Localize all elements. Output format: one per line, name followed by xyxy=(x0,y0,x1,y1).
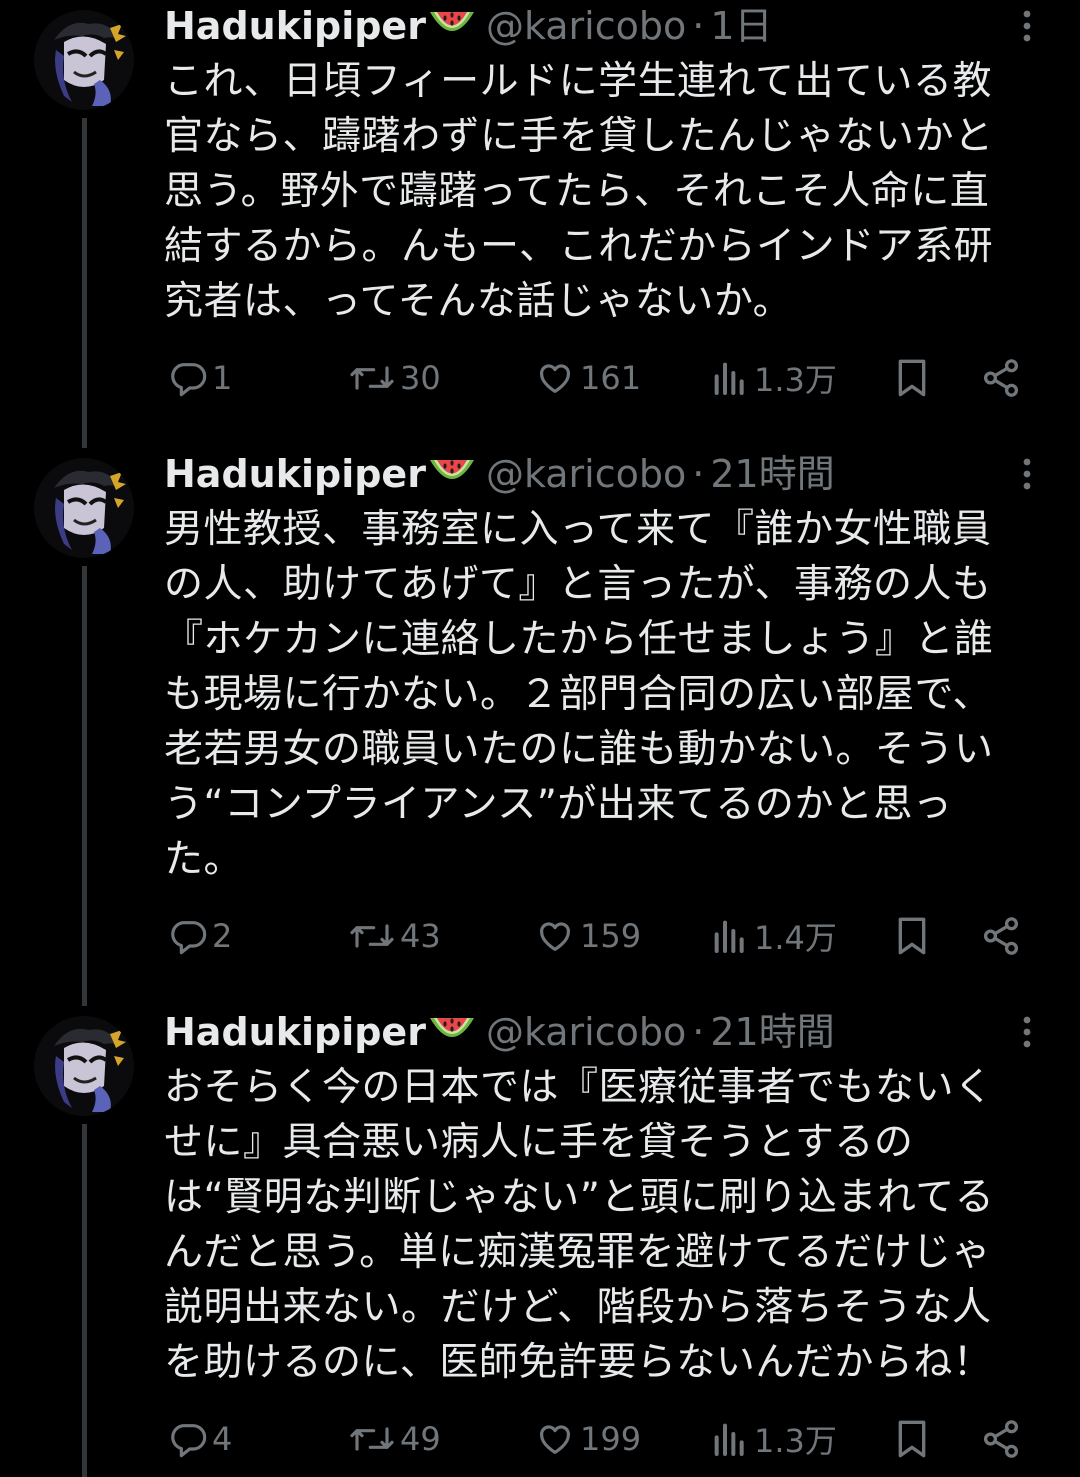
like-count: 199 xyxy=(580,1420,642,1458)
reply-count: 4 xyxy=(212,1420,233,1458)
like-icon xyxy=(540,1425,570,1454)
view-count: 1.3万 xyxy=(754,1422,837,1460)
watermelon-emoji-icon xyxy=(428,6,476,46)
avatar[interactable] xyxy=(34,458,134,558)
views-button[interactable]: 1.4万 xyxy=(710,906,837,966)
timestamp[interactable]: 21時間 xyxy=(710,448,834,500)
bookmark-button[interactable] xyxy=(892,1409,936,1469)
user-handle[interactable]: @karicobo xyxy=(486,448,686,500)
timestamp[interactable]: 1日 xyxy=(710,0,772,52)
views-icon xyxy=(714,920,744,953)
share-icon xyxy=(983,1420,1019,1458)
repost-icon xyxy=(350,1427,394,1451)
like-count: 161 xyxy=(580,359,642,397)
action-bar: 1 30 161 1.3万 xyxy=(164,348,1044,408)
bookmark-icon xyxy=(898,917,926,955)
share-button[interactable] xyxy=(980,1409,1026,1469)
reply-button[interactable]: 1 xyxy=(168,348,232,408)
repost-button[interactable]: 43 xyxy=(348,906,441,966)
reply-count: 2 xyxy=(212,917,233,955)
like-button[interactable]: 159 xyxy=(534,906,641,966)
share-icon xyxy=(983,917,1019,955)
like-icon xyxy=(540,922,570,951)
tweet-header: Hadukipiper @karicobo · 21時間 xyxy=(164,448,835,500)
like-count: 159 xyxy=(580,917,642,955)
user-handle[interactable]: @karicobo xyxy=(486,1006,686,1058)
reply-icon xyxy=(171,1424,207,1458)
more-icon[interactable] xyxy=(1010,8,1044,44)
tweet-text: 男性教授、事務室に入って来て『誰か女性職員 の人、助けてあげて』と言ったが、事務… xyxy=(164,507,994,882)
separator-dot: · xyxy=(692,1010,705,1054)
repost-count: 43 xyxy=(400,917,441,955)
separator-dot: · xyxy=(692,4,705,48)
tweet[interactable]: Hadukipiper @karicobo · 1日 これ、日頃フィールドに学生… xyxy=(0,0,1080,440)
share-button[interactable] xyxy=(980,348,1026,408)
views-button[interactable]: 1.3万 xyxy=(710,348,837,408)
user-handle[interactable]: @karicobo xyxy=(486,0,686,52)
display-name[interactable]: Hadukipiper xyxy=(164,0,426,52)
repost-count: 49 xyxy=(400,1420,441,1458)
share-button[interactable] xyxy=(980,906,1026,966)
repost-button[interactable]: 49 xyxy=(348,1409,441,1469)
bookmark-button[interactable] xyxy=(892,348,936,408)
views-icon xyxy=(714,1423,744,1456)
watermelon-emoji-icon xyxy=(428,454,476,494)
views-button[interactable]: 1.3万 xyxy=(710,1409,837,1469)
timestamp[interactable]: 21時間 xyxy=(710,1006,834,1058)
view-count: 1.4万 xyxy=(754,919,837,957)
tweet[interactable]: Hadukipiper @karicobo · 21時間 おそらく今の日本では『… xyxy=(0,1006,1080,1477)
action-bar: 4 49 199 1.3万 xyxy=(164,1409,1044,1469)
view-count: 1.3万 xyxy=(754,361,837,399)
like-button[interactable]: 199 xyxy=(534,1409,641,1469)
tweet-header: Hadukipiper @karicobo · 21時間 xyxy=(164,1006,835,1058)
repost-icon xyxy=(350,366,394,390)
reply-icon xyxy=(171,363,207,397)
repost-button[interactable]: 30 xyxy=(348,348,441,408)
share-icon xyxy=(983,359,1019,397)
display-name[interactable]: Hadukipiper xyxy=(164,1006,426,1058)
display-name[interactable]: Hadukipiper xyxy=(164,448,426,500)
tweet-header: Hadukipiper @karicobo · 1日 xyxy=(164,0,773,52)
reply-button[interactable]: 2 xyxy=(168,906,232,966)
action-bar: 2 43 159 1.4万 xyxy=(164,906,1044,966)
bookmark-button[interactable] xyxy=(892,906,936,966)
bookmark-icon xyxy=(898,359,926,397)
reply-button[interactable]: 4 xyxy=(168,1409,232,1469)
more-icon[interactable] xyxy=(1010,456,1044,492)
views-icon xyxy=(714,362,744,395)
like-button[interactable]: 161 xyxy=(534,348,641,408)
avatar[interactable] xyxy=(34,10,134,110)
bookmark-icon xyxy=(898,1420,926,1458)
tweet[interactable]: Hadukipiper @karicobo · 21時間 男性教授、事務室に入っ… xyxy=(0,448,1080,998)
reply-icon xyxy=(171,921,207,955)
reply-count: 1 xyxy=(212,359,233,397)
tweet-text: おそらく今の日本では『医療従事者でもないく せに』具合悪い病人に手を貸そうとする… xyxy=(164,1065,995,1385)
like-icon xyxy=(540,364,570,393)
repost-icon xyxy=(350,924,394,948)
avatar[interactable] xyxy=(34,1016,134,1116)
more-icon[interactable] xyxy=(1010,1014,1044,1050)
repost-count: 30 xyxy=(400,359,441,397)
tweet-text: これ、日頃フィールドに学生連れて出ている教 官なら、躊躇わずに手を貸したんじゃな… xyxy=(164,59,994,324)
separator-dot: · xyxy=(692,452,705,496)
watermelon-emoji-icon xyxy=(428,1012,476,1052)
